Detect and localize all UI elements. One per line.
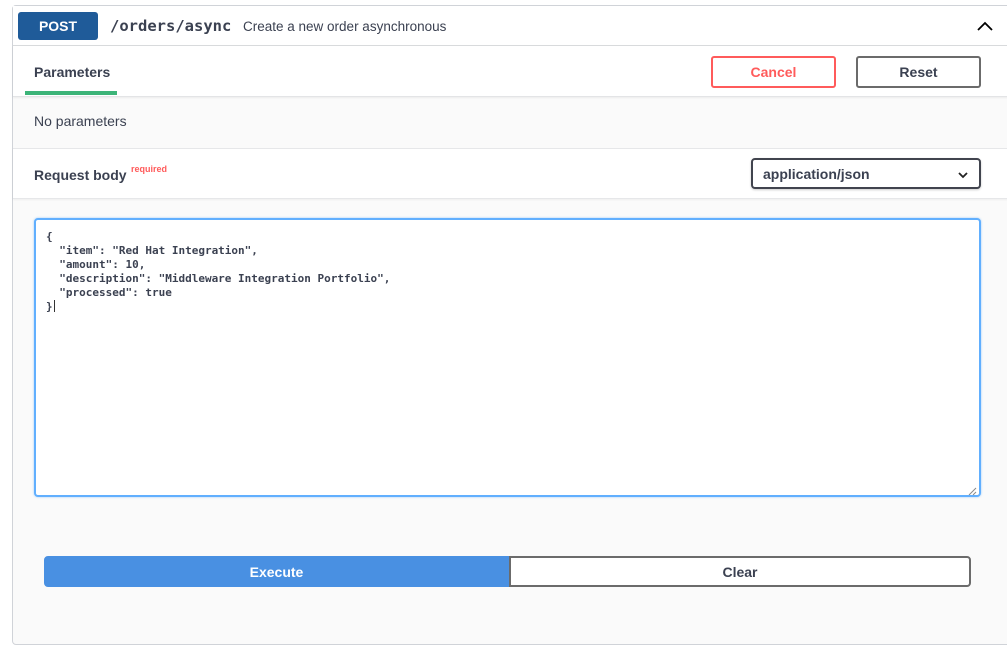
code-line: "item": "Red Hat Integration", [46, 244, 258, 257]
endpoint-summary: Create a new order asynchronous [243, 19, 447, 34]
content-type-value: application/json [763, 166, 870, 182]
tab-parameters-label: Parameters [34, 64, 111, 80]
operation-summary[interactable]: POST /orders/async Create a new order as… [13, 6, 1007, 46]
operation-block: POST /orders/async Create a new order as… [12, 5, 1007, 645]
chevron-down-icon [957, 168, 969, 180]
content-type-select[interactable]: application/json [751, 158, 981, 189]
request-body-editor[interactable]: { "item": "Red Hat Integration", "amount… [34, 218, 981, 497]
text-caret [53, 300, 55, 312]
http-method-badge: POST [18, 12, 98, 40]
no-parameters-text: No parameters [34, 113, 127, 129]
required-badge: required [131, 164, 168, 174]
code-line: "processed": true [46, 286, 172, 299]
execute-button[interactable]: Execute [44, 556, 509, 587]
clear-button[interactable]: Clear [509, 556, 971, 587]
code-line: "description": "Middleware Integration P… [46, 272, 391, 285]
code-line: { [46, 230, 53, 243]
tab-parameters[interactable]: Parameters [25, 46, 117, 95]
cancel-button[interactable]: Cancel [711, 56, 836, 88]
chevron-up-icon[interactable] [975, 18, 995, 34]
code-line: } [46, 300, 53, 313]
request-body-header: Request body required application/json [13, 148, 1007, 199]
request-body-code[interactable]: { "item": "Red Hat Integration", "amount… [46, 230, 390, 314]
request-body-title: Request body [34, 167, 127, 183]
endpoint-path: /orders/async [110, 17, 232, 35]
parameters-header: Parameters Cancel Reset [13, 46, 1007, 97]
resize-handle-icon[interactable] [967, 483, 977, 495]
reset-button[interactable]: Reset [856, 56, 981, 88]
code-line-last: } [46, 300, 390, 314]
code-line: "amount": 10, [46, 258, 146, 271]
